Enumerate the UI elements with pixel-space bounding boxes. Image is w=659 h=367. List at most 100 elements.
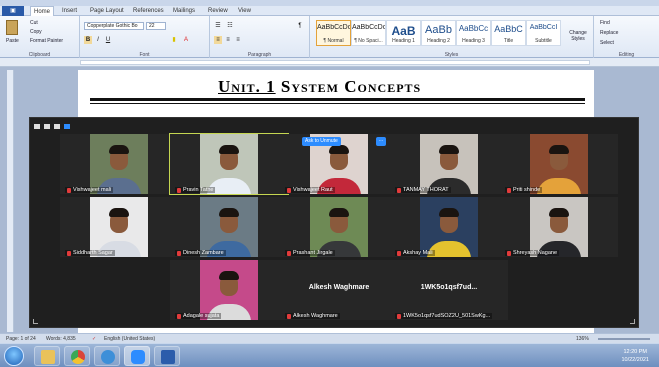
align-center-icon[interactable]: ≡ xyxy=(224,36,232,44)
numbering-icon[interactable]: ☷ xyxy=(226,22,234,30)
paste-icon[interactable] xyxy=(6,20,18,35)
tab-view[interactable]: View xyxy=(235,6,254,16)
more-options-button[interactable]: ··· xyxy=(376,137,386,146)
underline-button[interactable]: U xyxy=(104,36,112,44)
minimize-icon[interactable] xyxy=(34,123,40,129)
participant-tile[interactable]: Priti shinde xyxy=(500,134,618,194)
document-heading[interactable]: Unit. 1 System Concepts xyxy=(218,77,421,97)
align-right-icon[interactable]: ≡ xyxy=(234,36,242,44)
tab-home[interactable]: Home xyxy=(30,6,55,16)
muted-mic-icon xyxy=(67,187,71,193)
style-sample: AaB xyxy=(391,24,416,38)
participant-center-name: 1WK5o1qsf7ud... xyxy=(420,284,478,291)
word-count[interactable]: Words: 4,835 xyxy=(46,336,76,342)
zoom-slider[interactable] xyxy=(598,338,650,340)
style-1[interactable]: AaBbCcDc ¶ No Spaci... xyxy=(351,20,386,46)
person-hair xyxy=(329,145,349,154)
heading-rule-thin xyxy=(90,103,585,104)
style-6[interactable]: AaBbCcI Subtitle xyxy=(526,20,561,46)
bold-button[interactable]: B xyxy=(84,36,92,44)
taskbar-chrome[interactable] xyxy=(64,346,90,366)
taskbar-meeting[interactable] xyxy=(124,346,150,366)
participant-name: Dinesh Zambare xyxy=(183,250,224,256)
participant-tile[interactable]: 1WK5o1qsf7ud... 1WK5o1qsf7udSOZ2U_501SwKg… xyxy=(390,260,508,320)
start-button[interactable] xyxy=(4,346,24,366)
participant-name-label: 1WK5o1qsf7udSOZ2U_501SwKg... xyxy=(395,313,493,319)
gallery-view-icon[interactable] xyxy=(64,123,70,129)
style-5[interactable]: AaBbC Title xyxy=(491,20,526,46)
tab-references[interactable]: References xyxy=(130,6,167,16)
resize-handle-right[interactable] xyxy=(630,319,635,324)
style-4[interactable]: AaBbCc Heading 3 xyxy=(456,20,491,46)
participant-name-label: Pravin Tathe xyxy=(175,187,216,193)
align-left-icon[interactable]: ≡ xyxy=(214,36,222,44)
show-marks-icon[interactable]: ¶ xyxy=(296,22,304,30)
participant-name: Pravin Tathe xyxy=(183,187,214,193)
participant-tile[interactable]: TANMAY THORAT xyxy=(390,134,508,194)
cut-button[interactable]: Cut xyxy=(30,20,38,26)
participant-tile[interactable]: Pravin Tathe xyxy=(169,133,289,195)
font-color-icon[interactable]: A xyxy=(182,36,190,44)
ask-to-unmute-button[interactable]: Ask to Unmute xyxy=(302,137,341,146)
horizontal-ruler[interactable] xyxy=(0,58,659,67)
ribbon: Paste Cut Copy Format Painter Clipboard … xyxy=(0,16,659,58)
change-styles-button[interactable]: Change Styles xyxy=(564,30,592,42)
replace-button[interactable]: Replace xyxy=(600,30,618,36)
taskbar-media[interactable] xyxy=(94,346,120,366)
heading-unit-prefix: Unit. 1 xyxy=(218,77,276,96)
participant-tile[interactable]: Akshay Mali xyxy=(390,197,508,257)
muted-mic-icon xyxy=(397,250,401,256)
zoom-level[interactable]: 136% xyxy=(576,336,589,342)
select-button[interactable]: Select xyxy=(600,40,614,46)
tab-review[interactable]: Review xyxy=(205,6,231,16)
highlight-icon[interactable]: ▮ xyxy=(170,36,178,44)
italic-button[interactable]: I xyxy=(94,36,102,44)
copy-button[interactable]: Copy xyxy=(30,29,42,35)
participant-tile[interactable]: Alkesh Waghmare Alkesh Waghmare xyxy=(280,260,398,320)
page-count[interactable]: Page: 1 of 24 xyxy=(6,336,36,342)
vertical-ruler[interactable] xyxy=(7,70,14,332)
font-name-select[interactable]: Copperplate Gothic Bo xyxy=(84,22,144,30)
participant-name: Priti shinde xyxy=(513,187,541,193)
participant-tile[interactable]: Shreyash Nagane xyxy=(500,197,618,257)
styles-group: AaBbCcDc ¶ Normal AaBbCcDc ¶ No Spaci... AaB… xyxy=(310,16,594,58)
language-indicator[interactable]: English (United States) xyxy=(104,336,155,342)
proofing-icon[interactable]: ✓ xyxy=(92,336,96,342)
paste-button[interactable]: Paste xyxy=(6,38,19,44)
participant-video xyxy=(200,134,258,194)
style-3[interactable]: AaBb Heading 2 xyxy=(421,20,456,46)
participant-tile[interactable]: Vishwajeet mali xyxy=(60,134,178,194)
participant-video xyxy=(90,197,148,257)
participant-name: TANMAY THORAT xyxy=(403,187,449,193)
bullets-icon[interactable]: ☰ xyxy=(214,22,222,30)
participant-tile[interactable]: Dinesh Zambare xyxy=(170,197,288,257)
taskbar-word[interactable] xyxy=(154,346,180,366)
list-icon[interactable] xyxy=(54,123,60,129)
tab-page-layout[interactable]: Page Layout xyxy=(87,6,127,16)
participant-tile[interactable]: Prashant Jirgale xyxy=(280,197,398,257)
participant-name: 1WK5o1qsf7udSOZ2U_501SwKg... xyxy=(403,313,491,319)
participant-tile[interactable]: Adagale sujata xyxy=(170,260,288,320)
style-sample: AaBbCcDc xyxy=(352,24,385,31)
participant-name-label: Adagale sujata xyxy=(175,313,222,319)
format-painter-button[interactable]: Format Painter xyxy=(30,38,63,44)
style-sample: AaBb xyxy=(425,24,452,36)
taskbar-explorer[interactable] xyxy=(34,346,60,366)
style-2[interactable]: AaB Heading 1 xyxy=(386,20,421,46)
style-0[interactable]: AaBbCcDc ¶ Normal xyxy=(316,20,351,46)
view-icon[interactable] xyxy=(44,123,50,129)
participant-video xyxy=(310,197,368,257)
person-hair xyxy=(219,145,239,154)
system-clock[interactable]: 12:20 PM 10/22/2021 xyxy=(621,348,649,364)
clock-date: 10/22/2021 xyxy=(621,357,649,363)
tab-insert[interactable]: Insert xyxy=(59,6,80,16)
person-hair xyxy=(109,145,129,154)
find-button[interactable]: Find xyxy=(600,20,610,26)
font-size-select[interactable]: 22 xyxy=(146,22,166,30)
participant-tile[interactable]: Siddharth Sagar xyxy=(60,197,178,257)
resize-handle-left[interactable] xyxy=(33,319,38,324)
tab-mailings[interactable]: Mailings xyxy=(170,6,198,16)
status-bar: Page: 1 of 24 Words: 4,835 ✓ English (Un… xyxy=(0,333,659,343)
file-tab[interactable]: ▣ xyxy=(2,6,24,16)
person-hair xyxy=(549,145,569,154)
